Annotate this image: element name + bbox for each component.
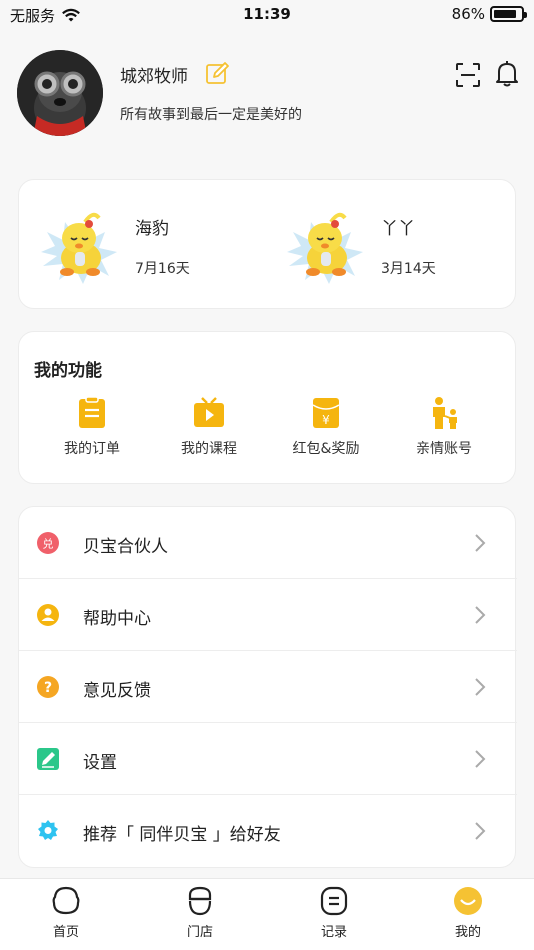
child-profile[interactable]: 海豹 7月16天 xyxy=(37,202,277,288)
func-label: 亲情账号 xyxy=(416,441,472,457)
child-age: 3月14天 xyxy=(381,261,436,277)
tab-store[interactable]: 门店 xyxy=(160,885,240,940)
chick-avatar-icon xyxy=(287,212,363,284)
bell-icon[interactable] xyxy=(494,60,520,88)
menu-item-help[interactable]: 帮助中心 xyxy=(19,579,517,651)
tab-home[interactable]: 首页 xyxy=(26,885,106,940)
home-tab-icon xyxy=(52,886,80,915)
feedback-icon: ? xyxy=(37,676,59,698)
tab-label: 记录 xyxy=(320,925,347,940)
course-icon xyxy=(194,397,224,427)
child-name: 丫丫 xyxy=(381,219,415,239)
menu-item-recommend[interactable]: 推荐「 同伴贝宝 」给好友 xyxy=(19,795,517,867)
chevron-right-icon xyxy=(475,822,486,840)
func-item-red-packet[interactable]: ¥ 红包&奖励 xyxy=(271,396,381,458)
red-packet-icon: ¥ xyxy=(312,398,340,428)
menu-item-feedback[interactable]: ? 意见反馈 xyxy=(19,651,517,723)
func-item-orders[interactable]: 我的订单 xyxy=(37,396,147,458)
functions-card: 我的功能 我的订单 我的课程 ¥ 红包&奖励 亲情账号 xyxy=(18,331,516,484)
menu-label: 推荐「 同伴贝宝 」给好友 xyxy=(83,825,281,845)
child-profile[interactable]: 丫丫 3月14天 xyxy=(283,202,523,288)
chevron-right-icon xyxy=(475,750,486,768)
user-name: 城郊牧师 xyxy=(120,67,188,87)
edit-icon[interactable] xyxy=(205,62,229,86)
menu-item-partner[interactable]: 兑 贝宝合伙人 xyxy=(19,507,517,579)
help-center-icon xyxy=(37,604,59,626)
scan-icon[interactable] xyxy=(455,62,481,88)
battery-percent: 86% xyxy=(451,5,485,23)
func-label: 红包&奖励 xyxy=(292,441,360,457)
battery-icon xyxy=(490,6,527,22)
func-label: 我的订单 xyxy=(64,441,120,457)
me-tab-icon xyxy=(454,887,482,915)
menu-card: 兑 贝宝合伙人 帮助中心 ? 意见反馈 设置 推荐「 同伴贝宝 」给好友 xyxy=(18,506,517,868)
user-signature: 所有故事到最后一定是美好的 xyxy=(120,107,302,123)
child-name: 海豹 xyxy=(135,219,169,239)
chevron-right-icon xyxy=(475,606,486,624)
tab-record[interactable]: 记录 xyxy=(294,885,374,940)
battery-fill xyxy=(494,10,517,18)
status-right: 86% xyxy=(451,5,527,23)
svg-text:?: ? xyxy=(44,680,52,696)
child-age: 7月16天 xyxy=(135,261,190,277)
record-tab-icon xyxy=(320,886,348,916)
settings-icon xyxy=(37,748,59,770)
tab-label: 门店 xyxy=(186,925,213,940)
menu-label: 意见反馈 xyxy=(83,681,151,701)
menu-label: 帮助中心 xyxy=(83,609,151,629)
chick-avatar-icon xyxy=(41,212,117,284)
chevron-right-icon xyxy=(475,534,486,552)
partner-icon: 兑 xyxy=(37,532,59,554)
tab-me[interactable]: 我的 xyxy=(428,885,508,940)
status-bar: 无服务 11:39 86% xyxy=(0,0,534,30)
profile-header: 城郊牧师 所有故事到最后一定是美好的 xyxy=(0,40,534,150)
tab-label: 首页 xyxy=(52,925,79,940)
avatar[interactable] xyxy=(17,50,103,136)
svg-text:¥: ¥ xyxy=(322,413,330,427)
recommend-icon xyxy=(38,820,58,840)
avatar-image xyxy=(17,50,103,136)
func-label: 我的课程 xyxy=(181,441,237,457)
menu-label: 设置 xyxy=(83,753,117,773)
tab-label: 我的 xyxy=(454,925,481,940)
order-icon xyxy=(79,396,105,428)
children-card: 海豹 7月16天 丫丫 3月14天 xyxy=(18,179,516,309)
svg-text:兑: 兑 xyxy=(43,537,54,551)
func-item-family[interactable]: 亲情账号 xyxy=(389,396,499,458)
store-tab-icon xyxy=(188,886,212,916)
menu-item-settings[interactable]: 设置 xyxy=(19,723,517,795)
functions-title: 我的功能 xyxy=(34,361,102,381)
func-item-courses[interactable]: 我的课程 xyxy=(154,396,264,458)
family-icon xyxy=(433,397,457,429)
menu-label: 贝宝合伙人 xyxy=(83,537,168,557)
chevron-right-icon xyxy=(475,678,486,696)
bottom-tab-bar: 首页 门店 记录 我的 xyxy=(0,878,534,950)
